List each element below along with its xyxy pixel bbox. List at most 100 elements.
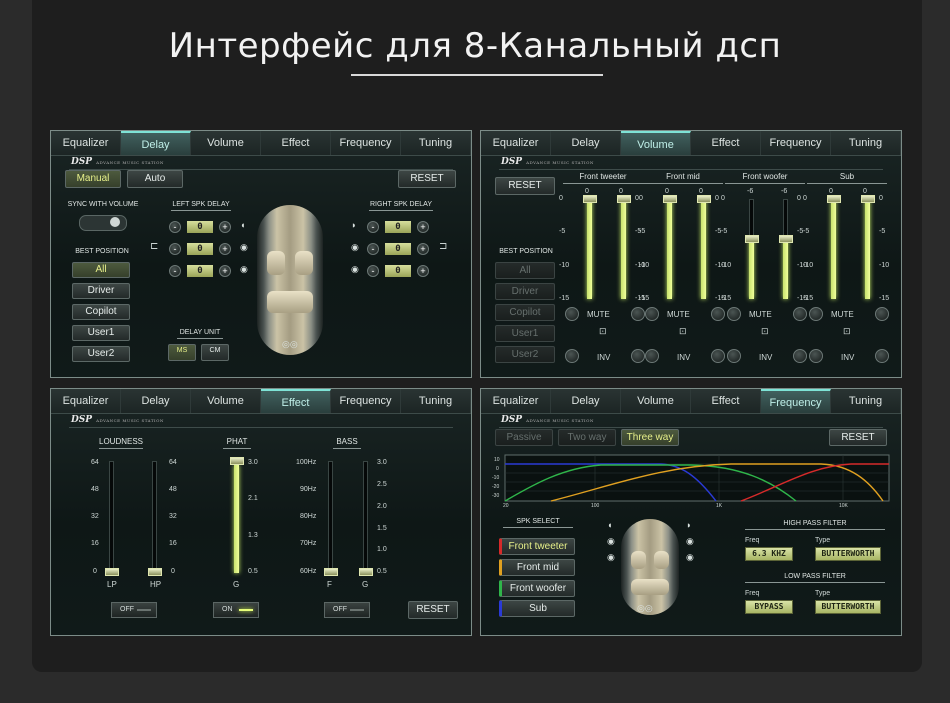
position-all-button[interactable]: All	[495, 262, 555, 279]
position-user1-button[interactable]: User1	[72, 325, 130, 341]
invert-left-knob[interactable]	[809, 349, 823, 363]
position-all-button[interactable]: All	[72, 262, 130, 278]
bass-gain-slider-track[interactable]	[363, 461, 368, 573]
left-plus-button[interactable]: +	[219, 243, 231, 255]
invert-right-knob[interactable]	[875, 349, 889, 363]
mode-three-way-button[interactable]: Three way	[621, 429, 679, 446]
speaker-sub-button[interactable]: Sub	[499, 600, 575, 617]
invert-right-knob[interactable]	[711, 349, 725, 363]
link-icon[interactable]: ⊡	[761, 326, 769, 337]
hpf-type-value[interactable]: BUTTERWORTH	[815, 547, 881, 561]
hp-slider-track[interactable]	[152, 461, 157, 573]
inv-label[interactable]: INV	[677, 353, 690, 362]
tab-tuning[interactable]: Tuning	[401, 389, 471, 413]
inv-label[interactable]: INV	[597, 353, 610, 362]
left-minus-button[interactable]: -	[169, 265, 181, 277]
volume-right-slider-knob[interactable]	[779, 235, 793, 243]
invert-left-knob[interactable]	[565, 349, 579, 363]
tab-volume[interactable]: Volume	[191, 131, 261, 155]
right-minus-button[interactable]: -	[367, 221, 379, 233]
bass-freq-slider-track[interactable]	[328, 461, 333, 573]
tab-effect[interactable]: Effect	[691, 131, 761, 155]
link-icon[interactable]: ⊡	[843, 326, 851, 337]
right-minus-button[interactable]: -	[367, 243, 379, 255]
phat-slider-knob[interactable]	[230, 457, 244, 465]
tab-delay[interactable]: Delay	[551, 131, 621, 155]
volume-right-knob[interactable]	[631, 307, 645, 321]
link-icon[interactable]: ⊡	[599, 326, 607, 337]
volume-left-slider-knob[interactable]	[583, 195, 597, 203]
speaker-front-woofer-button[interactable]: Front woofer	[499, 580, 575, 597]
volume-left-slider-knob[interactable]	[745, 235, 759, 243]
manual-button[interactable]: Manual	[65, 170, 121, 188]
position-user2-button[interactable]: User2	[495, 346, 555, 363]
invert-right-knob[interactable]	[631, 349, 645, 363]
lp-slider-knob[interactable]	[105, 568, 119, 576]
mute-label[interactable]: MUTE	[587, 310, 610, 319]
speaker-front-mid-button[interactable]: Front mid	[499, 559, 575, 576]
tab-frequency[interactable]: Frequency	[761, 131, 831, 155]
bass-switch[interactable]: OFF	[324, 602, 370, 618]
position-user2-button[interactable]: User2	[72, 346, 130, 362]
tab-frequency[interactable]: Frequency	[331, 389, 401, 413]
inv-label[interactable]: INV	[759, 353, 772, 362]
position-copilot-button[interactable]: Copilot	[495, 304, 555, 321]
tab-tuning[interactable]: Tuning	[401, 131, 471, 155]
reset-button[interactable]: RESET	[829, 429, 887, 446]
unit-cm-button[interactable]: CM	[201, 344, 229, 361]
tab-delay[interactable]: Delay	[121, 389, 191, 413]
tab-equalizer[interactable]: Equalizer	[51, 389, 121, 413]
tab-effect[interactable]: Effect	[691, 389, 761, 413]
position-driver-button[interactable]: Driver	[495, 283, 555, 300]
volume-left-knob[interactable]	[565, 307, 579, 321]
left-plus-button[interactable]: +	[219, 221, 231, 233]
tab-delay[interactable]: Delay	[551, 389, 621, 413]
mode-passive-button[interactable]: Passive	[495, 429, 553, 446]
tab-tuning[interactable]: Tuning	[831, 389, 901, 413]
volume-left-slider-knob[interactable]	[827, 195, 841, 203]
mute-label[interactable]: MUTE	[749, 310, 772, 319]
volume-left-knob[interactable]	[645, 307, 659, 321]
tab-delay[interactable]: Delay	[121, 131, 191, 155]
mute-label[interactable]: MUTE	[831, 310, 854, 319]
volume-right-knob[interactable]	[875, 307, 889, 321]
right-plus-button[interactable]: +	[417, 265, 429, 277]
inv-label[interactable]: INV	[841, 353, 854, 362]
left-minus-button[interactable]: -	[169, 243, 181, 255]
invert-right-knob[interactable]	[793, 349, 807, 363]
right-plus-button[interactable]: +	[417, 243, 429, 255]
right-minus-button[interactable]: -	[367, 265, 379, 277]
volume-right-knob[interactable]	[793, 307, 807, 321]
left-plus-button[interactable]: +	[219, 265, 231, 277]
volume-left-knob[interactable]	[727, 307, 741, 321]
lpf-type-value[interactable]: BUTTERWORTH	[815, 600, 881, 614]
phat-switch[interactable]: ON	[213, 602, 259, 618]
auto-button[interactable]: Auto	[127, 170, 183, 188]
bass-freq-slider-knob[interactable]	[324, 568, 338, 576]
position-driver-button[interactable]: Driver	[72, 283, 130, 299]
position-user1-button[interactable]: User1	[495, 325, 555, 342]
sync-toggle[interactable]	[79, 215, 127, 231]
volume-right-slider-knob[interactable]	[617, 195, 631, 203]
lpf-freq-value[interactable]: BYPASS	[745, 600, 793, 614]
volume-left-knob[interactable]	[809, 307, 823, 321]
volume-right-knob[interactable]	[711, 307, 725, 321]
unit-ms-button[interactable]: MS	[168, 344, 196, 361]
reset-button[interactable]: RESET	[495, 177, 555, 195]
loudness-switch[interactable]: OFF	[111, 602, 157, 618]
tab-volume[interactable]: Volume	[621, 389, 691, 413]
volume-right-slider-knob[interactable]	[861, 195, 875, 203]
tab-volume[interactable]: Volume	[191, 389, 261, 413]
tab-volume[interactable]: Volume	[621, 131, 691, 155]
tab-effect[interactable]: Effect	[261, 131, 331, 155]
speaker-front-tweeter-button[interactable]: Front tweeter	[499, 538, 575, 555]
volume-right-slider-knob[interactable]	[697, 195, 711, 203]
reset-button[interactable]: RESET	[398, 170, 456, 188]
link-icon[interactable]: ⊡	[679, 326, 687, 337]
left-minus-button[interactable]: -	[169, 221, 181, 233]
right-plus-button[interactable]: +	[417, 221, 429, 233]
invert-left-knob[interactable]	[727, 349, 741, 363]
bass-gain-slider-knob[interactable]	[359, 568, 373, 576]
tab-equalizer[interactable]: Equalizer	[481, 389, 551, 413]
tab-effect[interactable]: Effect	[261, 389, 331, 413]
